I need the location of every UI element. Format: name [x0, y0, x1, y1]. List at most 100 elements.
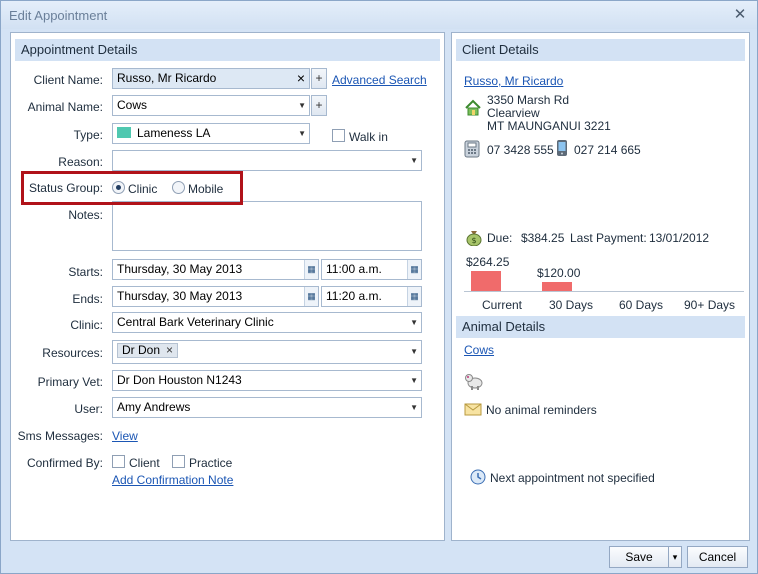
resources-label: Resources:	[42, 346, 103, 360]
close-icon[interactable]: ✕	[731, 6, 749, 24]
ends-date-field[interactable]: Thursday, 30 May 2013 ▦	[112, 286, 319, 307]
client-name-value: Russo, Mr Ricardo	[117, 71, 217, 85]
add-client-button[interactable]: +	[311, 68, 327, 89]
clear-client-icon[interactable]: ×	[297, 69, 305, 88]
confirmed-practice-checkbox[interactable]	[172, 455, 185, 468]
calendar-icon[interactable]: ▦	[304, 287, 318, 306]
type-label: Type:	[73, 128, 103, 142]
confirmed-practice-label: Practice	[189, 456, 233, 470]
address-line-3: MT MAUNGANUI 3221	[487, 119, 611, 133]
aging-bar	[471, 271, 501, 291]
user-value: Amy Andrews	[117, 400, 191, 414]
animal-name-select[interactable]: Cows ▼	[112, 95, 310, 116]
user-label: User:	[74, 402, 103, 416]
confirmed-client-label: Client	[129, 456, 160, 470]
calendar-icon[interactable]: ▦	[304, 260, 318, 279]
type-select[interactable]: Lameness LA ▼	[112, 123, 310, 144]
cancel-button[interactable]: Cancel	[687, 546, 748, 568]
house-icon	[465, 99, 481, 116]
aging-category-90: 90+ Days	[684, 298, 736, 312]
reason-select[interactable]: ▼	[112, 150, 422, 171]
sms-label: Sms Messages:	[17, 429, 103, 443]
address-line-1: 3350 Marsh Rd	[487, 93, 570, 107]
animal-name-label: Animal Name:	[27, 100, 103, 114]
aging-bar	[542, 282, 572, 291]
chevron-down-icon: ▼	[410, 403, 418, 412]
clinic-label: Clinic:	[70, 318, 103, 332]
client-name-field[interactable]: Russo, Mr Ricardo ×	[112, 68, 310, 89]
money-bag-icon: $	[466, 231, 482, 246]
mobile-number: 027 214 665	[574, 143, 641, 157]
user-select[interactable]: Amy Andrews ▼	[112, 397, 422, 418]
remove-resource-icon[interactable]: ×	[166, 343, 173, 357]
chevron-down-icon: ▼	[410, 376, 418, 385]
aging-category-30: 30 Days	[549, 298, 594, 312]
appointment-info-icon	[470, 469, 486, 485]
walk-in-checkbox[interactable]	[332, 129, 345, 142]
chevron-down-icon: ▼	[410, 318, 418, 327]
aging-category-current: Current	[482, 298, 523, 312]
phone-icon	[464, 140, 480, 158]
ends-time-value: 11:20 a.m.	[326, 289, 382, 303]
due-label: Due:	[487, 231, 513, 245]
chevron-down-icon: ▼	[298, 101, 306, 110]
appointment-details-header: Appointment Details	[15, 39, 440, 61]
ends-label: Ends:	[72, 292, 103, 306]
confirmed-client-checkbox[interactable]	[112, 455, 125, 468]
chevron-down-icon: ▼	[410, 156, 418, 165]
aging-bar-label: $120.00	[537, 266, 581, 280]
client-details-header: Client Details	[456, 39, 745, 61]
due-value: $384.25	[521, 231, 565, 245]
aging-bar-label: $264.25	[466, 255, 510, 269]
reminders-text: No animal reminders	[486, 403, 597, 417]
animal-link[interactable]: Cows	[464, 343, 494, 357]
chevron-down-icon: ▼	[410, 347, 418, 356]
ends-time-field[interactable]: 11:20 a.m. ▦	[321, 286, 422, 307]
next-appointment-text: Next appointment not specified	[490, 471, 655, 485]
type-color-swatch	[117, 127, 131, 138]
aging-category-60: 60 Days	[619, 298, 664, 312]
last-payment-value: 13/01/2012	[649, 231, 710, 245]
clinic-value: Central Bark Veterinary Clinic	[117, 315, 274, 329]
starts-time-field[interactable]: 11:00 a.m. ▦	[321, 259, 422, 280]
client-details-panel: Client Details Russo, Mr Ricardo 3350 Ma…	[451, 32, 750, 541]
window-title: Edit Appointment	[9, 8, 108, 23]
confirmed-by-label: Confirmed By:	[26, 456, 103, 470]
appointment-details-panel: Appointment Details Client Name: Russo, …	[10, 32, 445, 541]
svg-text:$: $	[471, 236, 476, 245]
sms-view-link[interactable]: View	[112, 429, 138, 443]
client-name-label: Client Name:	[33, 73, 103, 87]
chart-baseline	[464, 291, 744, 292]
notes-textarea[interactable]	[112, 201, 422, 251]
add-confirmation-note-link[interactable]: Add Confirmation Note	[112, 473, 233, 487]
status-group-highlight	[21, 171, 243, 205]
type-value: Lameness LA	[137, 126, 211, 140]
client-link[interactable]: Russo, Mr Ricardo	[464, 74, 563, 88]
ends-date-value: Thursday, 30 May 2013	[117, 289, 243, 303]
animal-name-value: Cows	[117, 98, 148, 112]
resources-select[interactable]: Dr Don × ▼	[112, 340, 422, 364]
envelope-icon	[464, 403, 482, 416]
time-picker-icon[interactable]: ▦	[407, 260, 421, 279]
save-options-chevron-icon[interactable]: ▾	[668, 546, 682, 568]
chevron-down-icon: ▼	[298, 129, 306, 138]
primary-vet-select[interactable]: Dr Don Houston N1243 ▼	[112, 370, 422, 391]
starts-time-value: 11:00 a.m.	[326, 262, 382, 276]
reason-label: Reason:	[58, 155, 103, 169]
starts-label: Starts:	[68, 265, 103, 279]
address-line-2: Clearview	[487, 106, 540, 120]
clinic-select[interactable]: Central Bark Veterinary Clinic ▼	[112, 312, 422, 333]
primary-vet-label: Primary Vet:	[37, 375, 103, 389]
resource-chip-label: Dr Don	[122, 343, 161, 357]
notes-label: Notes:	[68, 208, 103, 222]
time-picker-icon[interactable]: ▦	[407, 287, 421, 306]
add-animal-button[interactable]: +	[311, 95, 327, 116]
animal-details-header: Animal Details	[456, 316, 745, 338]
starts-date-field[interactable]: Thursday, 30 May 2013 ▦	[112, 259, 319, 280]
save-button[interactable]: Save	[609, 546, 669, 568]
starts-date-value: Thursday, 30 May 2013	[117, 262, 243, 276]
last-payment-label: Last Payment:	[570, 231, 647, 245]
phone-number: 07 3428 555	[487, 143, 554, 157]
advanced-search-link[interactable]: Advanced Search	[332, 73, 427, 87]
walk-in-label: Walk in	[349, 130, 388, 144]
